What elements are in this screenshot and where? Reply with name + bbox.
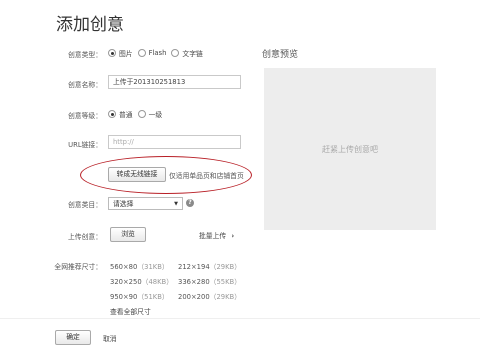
creative-type-radio-group: 图片 Flash 文字链: [108, 48, 208, 58]
radio-level-one-label: 一级: [148, 111, 163, 119]
cancel-link[interactable]: 取消: [103, 333, 117, 343]
creative-name-label: 创意名称：: [68, 81, 102, 89]
creative-level-label: 创意等级：: [68, 112, 102, 120]
radio-normal[interactable]: 普通: [108, 109, 133, 119]
size-kb: （48KB）: [141, 278, 174, 286]
size-kb: （29KB）: [209, 293, 242, 301]
size-dim: 560×80: [110, 263, 138, 271]
size-item: 950×90（51KB）: [110, 291, 169, 301]
radio-image[interactable]: 图片: [108, 48, 133, 58]
creative-type-label: 创意类型：: [68, 51, 102, 59]
radio-flash[interactable]: Flash: [137, 49, 167, 57]
size-dim: 320×250: [110, 278, 142, 286]
creative-category-label: 创意类目：: [68, 201, 102, 209]
radio-normal-label: 普通: [119, 111, 133, 119]
size-dim: 336×280: [178, 278, 210, 286]
url-input[interactable]: http://: [108, 135, 241, 149]
radio-level-one[interactable]: 一级: [137, 109, 163, 119]
radio-text-link-label: 文字链: [182, 50, 203, 58]
size-dim: 212×194: [178, 263, 210, 271]
page-title: 添加创意: [56, 15, 124, 35]
creative-category-select[interactable]: 请选择 ▼: [108, 197, 183, 210]
size-kb: （51KB）: [137, 293, 169, 301]
batch-upload-label: 批量上传: [199, 232, 227, 240]
size-item: 336×280（55KB）: [178, 276, 241, 286]
chevron-right-icon: ›: [231, 232, 235, 240]
size-item: 212×194（29KB）: [178, 261, 241, 271]
creative-level-radio-group: 普通 一级: [108, 109, 167, 119]
view-all-sizes-link[interactable]: 查看全部尺寸: [110, 306, 151, 316]
size-kb: （31KB）: [137, 263, 169, 271]
radio-image-circle[interactable]: [108, 49, 116, 57]
browse-button[interactable]: 浏览: [110, 227, 146, 242]
radio-level-one-circle[interactable]: [137, 110, 146, 118]
preview-placeholder: 赶紧上传创意吧: [322, 144, 378, 154]
size-dim: 200×200: [178, 293, 210, 301]
size-kb: （29KB）: [209, 263, 242, 271]
creative-name-input[interactable]: 上传于201310251813: [108, 75, 241, 89]
batch-upload-link[interactable]: 批量上传 ›: [199, 230, 234, 240]
dropdown-arrow-icon: ▼: [174, 200, 178, 207]
size-item: 200×200（29KB）: [178, 291, 241, 301]
footer-divider: [0, 318, 480, 319]
size-kb: （55KB）: [209, 278, 242, 286]
recommended-sizes-label: 全网推荐尺寸：: [54, 263, 102, 271]
upload-creative-label: 上传创意：: [68, 233, 102, 241]
help-icon[interactable]: ?: [186, 199, 194, 207]
radio-normal-circle[interactable]: [108, 110, 116, 118]
highlight-ellipse: [80, 156, 252, 194]
radio-flash-label: Flash: [148, 49, 167, 57]
radio-flash-circle[interactable]: [137, 49, 146, 57]
size-item: 560×80（31KB）: [110, 261, 169, 271]
size-item: 320×250（48KB）: [110, 276, 173, 286]
url-label: URL链接：: [68, 141, 102, 149]
radio-text-link[interactable]: 文字链: [171, 48, 203, 58]
size-dim: 950×90: [110, 293, 138, 301]
radio-text-link-circle[interactable]: [171, 49, 180, 57]
confirm-button[interactable]: 确定: [55, 330, 91, 345]
preview-title: 创意预览: [262, 50, 299, 60]
category-select-value: 请选择: [113, 199, 134, 208]
preview-area: 赶紧上传创意吧: [264, 68, 436, 230]
radio-image-label: 图片: [119, 50, 133, 58]
